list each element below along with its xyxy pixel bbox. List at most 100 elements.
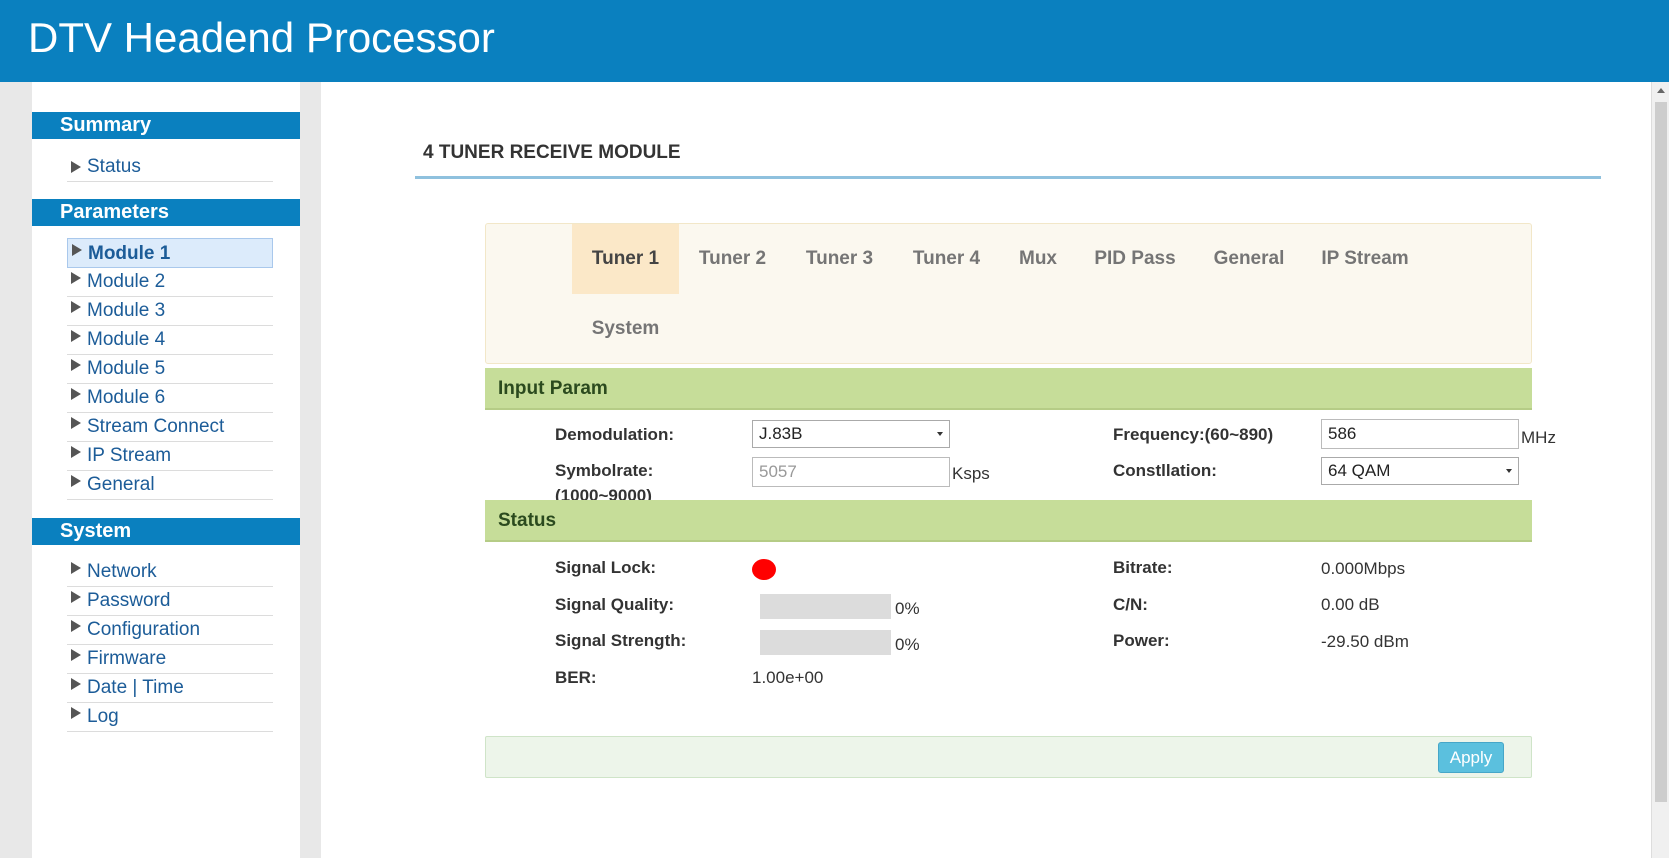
tab-bar: Tuner 1 Tuner 2 Tuner 3 Tuner 4 Mux PID … <box>485 223 1532 364</box>
sidebar-item-ip-stream[interactable]: IP Stream <box>67 441 273 471</box>
sidebar-item-module-1[interactable]: Module 1 <box>67 238 273 268</box>
symbolrate-label: Symbolrate: <box>555 461 654 480</box>
tab-system[interactable]: System <box>572 294 679 364</box>
sidebar-item-label: Firmware <box>87 648 167 669</box>
symbolrate-unit: Ksps <box>952 464 990 483</box>
triangle-right-icon <box>71 562 81 574</box>
sidebar-item-label: Date | Time <box>87 677 184 698</box>
sidebar-item-label: IP Stream <box>87 445 172 466</box>
frequency-input[interactable]: 586 <box>1321 419 1519 449</box>
sidebar-item-status[interactable]: Status <box>67 152 273 182</box>
sidebar-header-summary: Summary <box>32 112 300 139</box>
apply-button[interactable]: Apply <box>1438 742 1504 773</box>
chevron-down-icon <box>937 432 943 436</box>
cn-value: 0.00 dB <box>1321 595 1380 614</box>
demodulation-label: Demodulation: <box>555 425 674 444</box>
triangle-right-icon <box>71 301 81 313</box>
triangle-right-icon <box>71 591 81 603</box>
sidebar-item-label: Module 3 <box>87 300 166 321</box>
demodulation-select[interactable]: J.83B <box>752 420 950 448</box>
triangle-right-icon <box>71 417 81 429</box>
triangle-right-icon <box>71 446 81 458</box>
signal-quality-value: 0% <box>895 599 920 618</box>
tab-general[interactable]: General <box>1194 224 1304 294</box>
ber-value: 1.00e+00 <box>752 668 824 687</box>
sidebar-item-configuration[interactable]: Configuration <box>67 615 273 645</box>
tab-ip-stream[interactable]: IP Stream <box>1304 224 1426 294</box>
constellation-label: Constllation: <box>1113 461 1217 480</box>
triangle-right-icon <box>72 244 82 256</box>
triangle-right-icon <box>71 620 81 632</box>
triangle-right-icon <box>71 272 81 284</box>
sidebar-item-label: Module 2 <box>87 271 166 292</box>
sidebar-item-firmware[interactable]: Firmware <box>67 644 273 674</box>
arrow-up-icon[interactable] <box>1657 88 1665 93</box>
sidebar-item-label: Stream Connect <box>87 416 225 437</box>
sidebar-item-label: Network <box>87 561 157 582</box>
triangle-right-icon <box>71 475 81 487</box>
bitrate-value: 0.000Mbps <box>1321 559 1406 578</box>
signal-lock-indicator <box>752 559 776 580</box>
sidebar-item-date-time[interactable]: Date | Time <box>67 673 273 703</box>
sidebar-item-label: Module 1 <box>88 243 171 264</box>
tab-tuner-2[interactable]: Tuner 2 <box>679 224 786 294</box>
sidebar-item-password[interactable]: Password <box>67 586 273 616</box>
demodulation-value: J.83B <box>759 424 803 443</box>
tab-tuner-3[interactable]: Tuner 3 <box>786 224 893 294</box>
signal-quality-label: Signal Quality: <box>555 595 675 614</box>
triangle-right-icon <box>71 161 81 173</box>
tab-pid-pass[interactable]: PID Pass <box>1076 224 1194 294</box>
sidebar-header-system: System <box>32 518 300 545</box>
frequency-label: Frequency:(60~890) <box>1113 425 1274 444</box>
sidebar-item-label: Log <box>87 706 119 727</box>
sidebar-item-module-4[interactable]: Module 4 <box>67 325 273 355</box>
main-content: 4 TUNER RECEIVE MODULE Tuner 1 Tuner 2 T… <box>321 82 1651 858</box>
symbolrate-input[interactable]: 5057 <box>752 457 950 487</box>
triangle-right-icon <box>71 330 81 342</box>
sidebar-item-log[interactable]: Log <box>67 702 273 732</box>
sidebar-item-label: Module 6 <box>87 387 166 408</box>
title-divider <box>415 176 1601 179</box>
sidebar-item-network[interactable]: Network <box>67 557 273 587</box>
triangle-right-icon <box>71 707 81 719</box>
vertical-scrollbar[interactable] <box>1651 82 1669 858</box>
input-param-header: Input Param <box>485 368 1532 410</box>
sidebar-item-label: General <box>87 474 155 495</box>
sidebar: Summary Status Parameters Module 1 Modul… <box>32 82 300 858</box>
signal-lock-label: Signal Lock: <box>555 558 657 577</box>
power-label: Power: <box>1113 631 1170 650</box>
sidebar-item-module-5[interactable]: Module 5 <box>67 354 273 384</box>
sidebar-item-module-2[interactable]: Module 2 <box>67 267 273 297</box>
sidebar-item-module-3[interactable]: Module 3 <box>67 296 273 326</box>
sidebar-item-label: Module 5 <box>87 358 166 379</box>
triangle-right-icon <box>71 678 81 690</box>
tab-tuner-1[interactable]: Tuner 1 <box>572 224 679 294</box>
constellation-select[interactable]: 64 QAM <box>1321 457 1519 485</box>
sidebar-item-label: Module 4 <box>87 329 166 350</box>
page-title: 4 TUNER RECEIVE MODULE <box>423 142 681 163</box>
signal-strength-label: Signal Strength: <box>555 631 687 650</box>
tab-tuner-4[interactable]: Tuner 4 <box>893 224 1000 294</box>
app-title: DTV Headend Processor <box>28 14 495 61</box>
signal-quality-bar <box>760 594 891 619</box>
triangle-right-icon <box>71 359 81 371</box>
sidebar-item-module-6[interactable]: Module 6 <box>67 383 273 413</box>
sidebar-item-stream-connect[interactable]: Stream Connect <box>67 412 273 442</box>
sidebar-item-label: Password <box>87 590 171 611</box>
app-header: DTV Headend Processor <box>0 0 1669 82</box>
sidebar-item-label: Configuration <box>87 619 201 640</box>
scrollbar-thumb[interactable] <box>1655 102 1667 802</box>
chevron-down-icon <box>1506 469 1512 473</box>
sidebar-item-general[interactable]: General <box>67 470 273 500</box>
triangle-right-icon <box>71 388 81 400</box>
ber-label: BER: <box>555 668 597 687</box>
action-bar: Apply <box>485 736 1532 778</box>
constellation-value: 64 QAM <box>1328 461 1391 480</box>
status-header: Status <box>485 500 1532 542</box>
tab-mux[interactable]: Mux <box>1000 224 1076 294</box>
signal-strength-value: 0% <box>895 635 920 654</box>
cn-label: C/N: <box>1113 595 1148 614</box>
triangle-right-icon <box>71 649 81 661</box>
frequency-unit: MHz <box>1521 428 1556 447</box>
bitrate-label: Bitrate: <box>1113 558 1173 577</box>
